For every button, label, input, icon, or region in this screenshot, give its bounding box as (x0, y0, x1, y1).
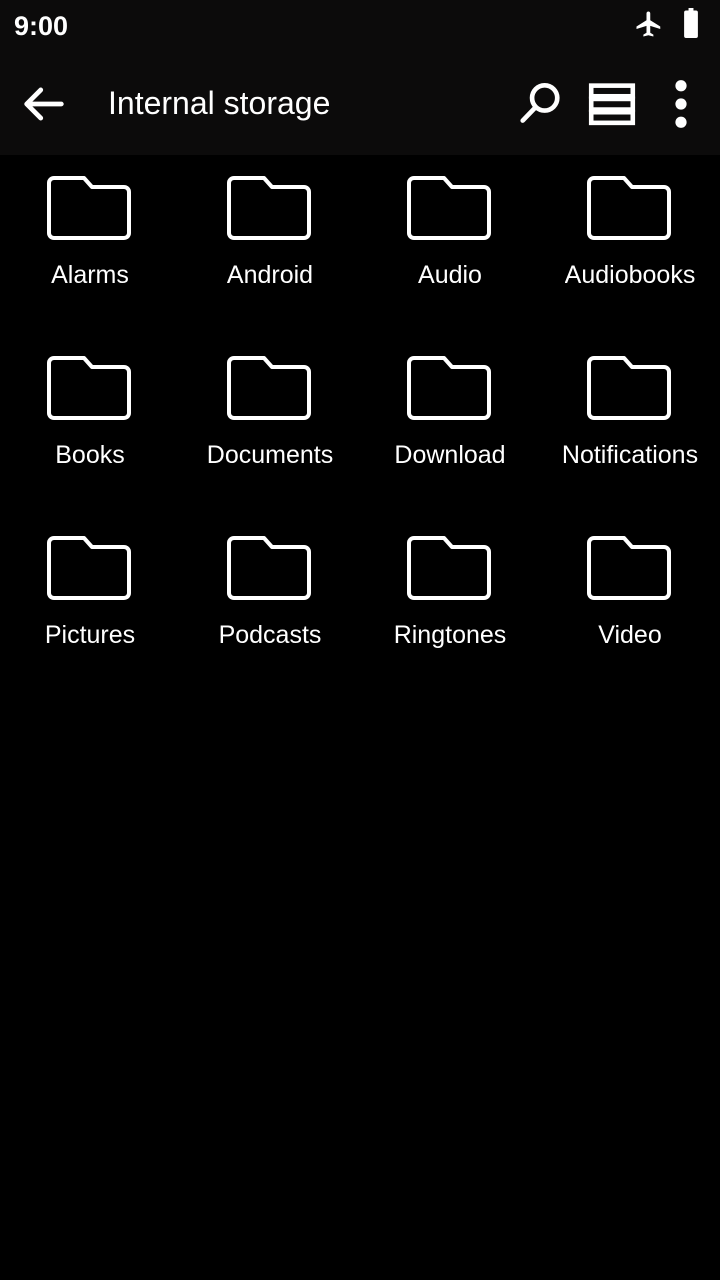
folder-item[interactable]: Notifications (540, 341, 720, 521)
folder-item[interactable]: Video (540, 521, 720, 701)
search-icon (520, 82, 560, 123)
airplane-mode-icon (634, 9, 664, 44)
list-view-icon (588, 82, 636, 125)
folder-item[interactable]: Books (0, 341, 180, 521)
toolbar: Internal storage (0, 52, 720, 155)
status-bar-clock: 9:00 (14, 10, 69, 41)
folder-item[interactable]: Ringtones (360, 521, 540, 701)
search-button[interactable] (504, 52, 576, 155)
folder-icon (587, 356, 671, 420)
folder-label: Audiobooks (564, 263, 696, 288)
folder-icon (587, 176, 671, 240)
arrow-left-icon (24, 87, 64, 120)
status-bar-icons (634, 7, 704, 45)
file-manager-screen: 9:00 Internal storage Alarms Android Aud… (0, 0, 720, 1280)
folder-icon (47, 176, 131, 240)
folder-label: Download (394, 443, 506, 468)
file-list-area[interactable]: Alarms Android Audio Audiobooks Books Do… (0, 155, 720, 1280)
folder-label: Ringtones (393, 623, 507, 648)
folder-item[interactable]: Pictures (0, 521, 180, 701)
folder-item[interactable]: Audio (360, 161, 540, 341)
battery-full-icon (678, 7, 704, 45)
folder-label: Podcasts (218, 623, 322, 648)
folder-icon (227, 356, 311, 420)
folder-item[interactable]: Podcasts (180, 521, 360, 701)
folder-item[interactable]: Alarms (0, 161, 180, 341)
folder-label: Android (226, 263, 314, 288)
back-button[interactable] (8, 52, 80, 155)
folder-icon (407, 176, 491, 240)
folder-label: Pictures (44, 623, 136, 648)
folder-label: Documents (206, 443, 334, 468)
folder-item[interactable]: Documents (180, 341, 360, 521)
folder-item[interactable]: Android (180, 161, 360, 341)
folder-label: Alarms (51, 263, 129, 288)
folder-icon (47, 356, 131, 420)
page-title: Internal storage (108, 85, 331, 121)
folder-grid: Alarms Android Audio Audiobooks Books Do… (0, 155, 720, 701)
folder-label: Video (598, 623, 662, 648)
overflow-menu-button[interactable] (648, 52, 714, 155)
folder-icon (407, 536, 491, 600)
folder-icon (407, 356, 491, 420)
folder-icon (47, 536, 131, 600)
folder-label: Books (55, 443, 125, 468)
folder-icon (227, 176, 311, 240)
folder-item[interactable]: Download (360, 341, 540, 521)
status-bar: 9:00 (0, 0, 720, 52)
overflow-menu-icon (675, 79, 687, 128)
folder-label: Notifications (561, 443, 699, 468)
folder-icon (227, 536, 311, 600)
folder-label: Audio (418, 263, 482, 288)
folder-item[interactable]: Audiobooks (540, 161, 720, 341)
view-mode-button[interactable] (576, 52, 648, 155)
folder-icon (587, 536, 671, 600)
